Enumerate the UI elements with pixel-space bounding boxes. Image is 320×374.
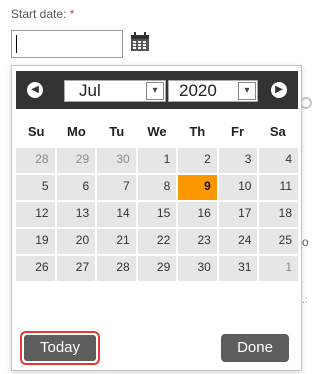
start-date-label: Start date: * [11,7,74,21]
weekday-label: Sa [269,124,286,139]
day-cell[interactable]: 26 [16,256,55,281]
day-cell[interactable]: 29 [56,148,96,173]
month-select[interactable]: Jul ▾ [64,80,166,102]
weekday-header-row: Su Mo Tu We Th Fr Sa [16,124,298,139]
day-cell[interactable]: 15 [137,202,177,227]
text-cursor [16,35,17,53]
chevron-right-icon[interactable]: ▶ [271,82,287,98]
background-text-fragment: .: [302,295,308,306]
day-cell[interactable]: 8 [137,175,177,200]
day-cell[interactable]: 16 [178,202,217,227]
day-cell[interactable]: 18 [259,202,298,227]
day-cell[interactable]: 28 [16,148,55,173]
day-cell[interactable]: 14 [97,202,136,227]
weekday-label: Tu [109,124,125,139]
day-cell[interactable]: 25 [259,229,298,254]
weekday-label: Th [189,124,206,139]
day-cell[interactable]: 2 [178,148,217,173]
calendar-icon[interactable] [129,31,151,53]
day-cell[interactable]: 11 [259,175,298,200]
day-cell[interactable]: 12 [16,202,55,227]
day-cell[interactable]: 1 [259,256,298,281]
weekday-label: We [147,124,167,139]
background-text-fragment: o [302,235,309,249]
year-select-value: 2020 [179,81,217,100]
weekday-label: Fr [231,124,245,139]
day-grid: 28 29 30 1 2 3 4 5 6 7 8 9 10 11 12 13 14 15 16 17 18 19 20 21 2… [16,148,298,281]
day-cell[interactable]: 20 [56,229,96,254]
day-cell[interactable]: 1 [137,148,177,173]
day-cell[interactable]: 17 [218,202,258,227]
chevron-down-icon: ▾ [238,82,256,100]
today-button[interactable]: Today [20,331,100,365]
start-date-label-text: Start date: [11,7,67,21]
month-select-value: Jul [79,81,101,100]
start-date-input[interactable] [11,30,123,58]
day-cell[interactable]: 5 [16,175,55,200]
day-cell[interactable]: 21 [97,229,136,254]
chevron-down-icon: ▾ [146,82,164,100]
day-cell[interactable]: 7 [97,175,136,200]
day-cell[interactable]: 24 [218,229,258,254]
weekday-label: Su [27,124,45,139]
day-cell[interactable]: 13 [56,202,96,227]
day-cell[interactable]: 30 [97,148,136,173]
datepicker-header: ◀ Jul ▾ 2020 ▾ ▶ [16,71,298,109]
done-button[interactable]: Done [221,334,289,362]
required-marker: * [69,7,75,21]
day-cell[interactable]: 10 [218,175,258,200]
datepicker-popup: ◀ Jul ▾ 2020 ▾ ▶ Su Mo Tu We Th Fr Sa 28… [11,65,302,371]
chevron-left-icon[interactable]: ◀ [27,82,43,98]
today-button-label: Today [24,335,96,361]
day-cell[interactable]: 30 [178,256,217,281]
day-cell[interactable]: 31 [218,256,258,281]
day-cell[interactable]: 3 [218,148,258,173]
day-cell[interactable]: 23 [178,229,217,254]
day-cell[interactable]: 29 [137,256,177,281]
year-select[interactable]: 2020 ▾ [168,80,258,102]
day-cell-today[interactable]: 9 [178,175,217,200]
day-cell[interactable]: 19 [16,229,55,254]
day-cell[interactable]: 22 [137,229,177,254]
weekday-label: Mo [67,124,86,139]
day-cell[interactable]: 4 [259,148,298,173]
day-cell[interactable]: 27 [56,256,96,281]
day-cell[interactable]: 6 [56,175,96,200]
day-cell[interactable]: 28 [97,256,136,281]
